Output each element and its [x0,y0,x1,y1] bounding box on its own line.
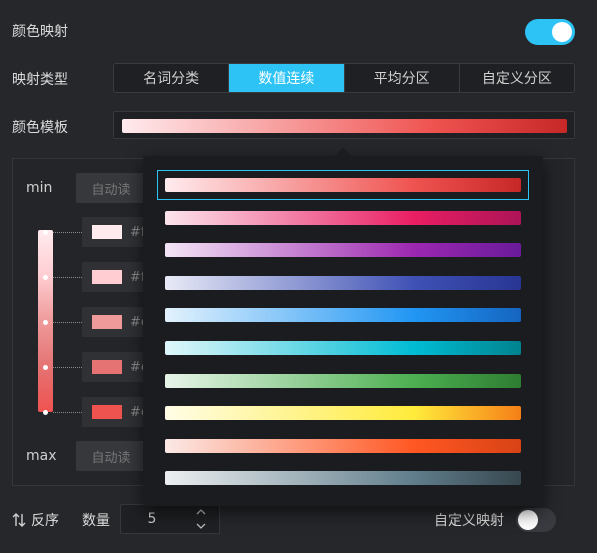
stop-connector [53,232,82,233]
reverse-button[interactable]: 反序 [12,510,59,530]
stop-color-row[interactable]: #e [82,397,152,427]
template-gradient-bar [165,341,521,355]
stop-connector [53,367,82,368]
template-option-red[interactable] [157,170,529,200]
max-label: max [26,448,57,464]
gradient-stop-handle[interactable] [43,410,48,415]
stop-color-row[interactable]: #ff [82,262,152,292]
stop-color-swatch[interactable] [92,315,122,329]
template-option-green[interactable] [157,366,529,396]
mapping-type-option-custom-partition[interactable]: 自定义分区 [460,64,574,92]
toggle-knob [518,510,538,530]
mapping-type-segmented: 名词分类 数值连续 平均分区 自定义分区 [113,63,575,93]
stop-color-swatch[interactable] [92,405,122,419]
color-mapping-toggle[interactable] [525,19,575,45]
gradient-stop-handle[interactable] [43,365,48,370]
mapping-type-option-category[interactable]: 名词分类 [114,64,230,92]
template-gradient-bar [165,178,521,192]
mapping-type-label: 映射类型 [12,72,68,88]
count-decrement-button[interactable] [183,519,219,533]
template-option-blue[interactable] [157,300,529,330]
stop-color-swatch[interactable] [92,225,122,239]
stop-color-row[interactable]: #e [82,352,152,382]
color-template-preview-bar [122,119,567,133]
template-gradient-bar [165,373,521,388]
reverse-label: 反序 [31,513,59,529]
stop-color-row[interactable]: #e [82,307,152,337]
color-template-dropdown [143,147,543,506]
template-option-blue-grey[interactable] [157,463,529,493]
template-gradient-bar [165,308,521,323]
gradient-stop-handle[interactable] [43,275,48,280]
stop-color-swatch[interactable] [92,270,122,284]
template-option-cyan[interactable] [157,333,529,363]
template-gradient-bar [165,210,521,225]
count-input[interactable] [121,505,183,533]
template-option-deep-orange[interactable] [157,431,529,461]
toggle-knob [552,22,572,42]
template-gradient-bar [165,275,521,290]
dropdown-caret [334,147,352,165]
color-mapping-label: 颜色映射 [12,24,68,40]
stop-color-row[interactable]: #ff [82,217,152,247]
stop-connector [53,322,82,323]
mapping-type-option-equal-partition[interactable]: 平均分区 [345,64,460,92]
template-gradient-bar [165,406,521,421]
chevron-up-icon [196,509,206,515]
min-label: min [26,180,53,196]
count-stepper [120,504,220,534]
chevron-down-icon [196,523,206,529]
mapping-type-option-continuous[interactable]: 数值连续 [229,64,345,92]
gradient-stop-handle[interactable] [43,320,48,325]
custom-mapping-label: 自定义映射 [434,513,504,529]
color-template-label: 颜色模板 [12,120,68,136]
stop-connector [53,277,82,278]
stop-color-swatch[interactable] [92,360,122,374]
template-gradient-bar [165,471,521,486]
swap-vertical-icon [12,513,26,527]
template-gradient-bar [165,243,521,258]
template-option-yellow[interactable] [157,398,529,428]
min-auto-read-button[interactable]: 自动读 [76,173,146,203]
template-option-purple[interactable] [157,235,529,265]
template-option-indigo[interactable] [157,268,529,298]
stop-connector [53,412,82,413]
count-label: 数量 [82,513,110,529]
template-option-pink[interactable] [157,203,529,233]
max-auto-read-button[interactable]: 自动读 [76,441,146,471]
gradient-stop-handle[interactable] [43,230,48,235]
template-gradient-bar [165,438,521,453]
count-increment-button[interactable] [183,505,219,519]
color-template-select[interactable] [113,111,575,139]
custom-mapping-toggle[interactable] [516,508,556,532]
